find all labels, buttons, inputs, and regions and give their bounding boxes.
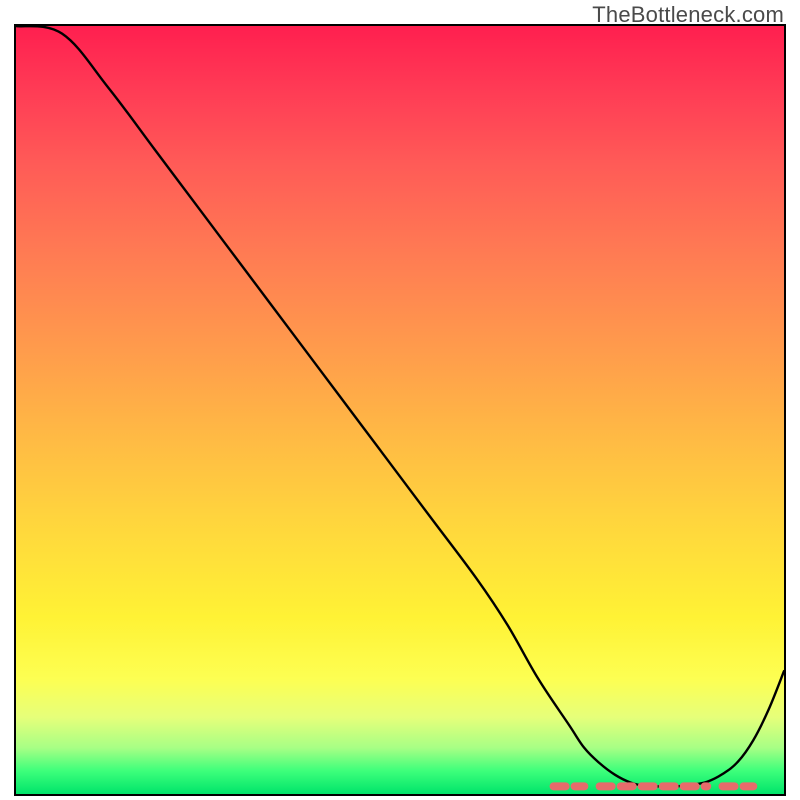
chart-svg: [16, 26, 784, 794]
bottleneck-curve-path: [16, 26, 784, 787]
chart-frame: [14, 24, 786, 796]
